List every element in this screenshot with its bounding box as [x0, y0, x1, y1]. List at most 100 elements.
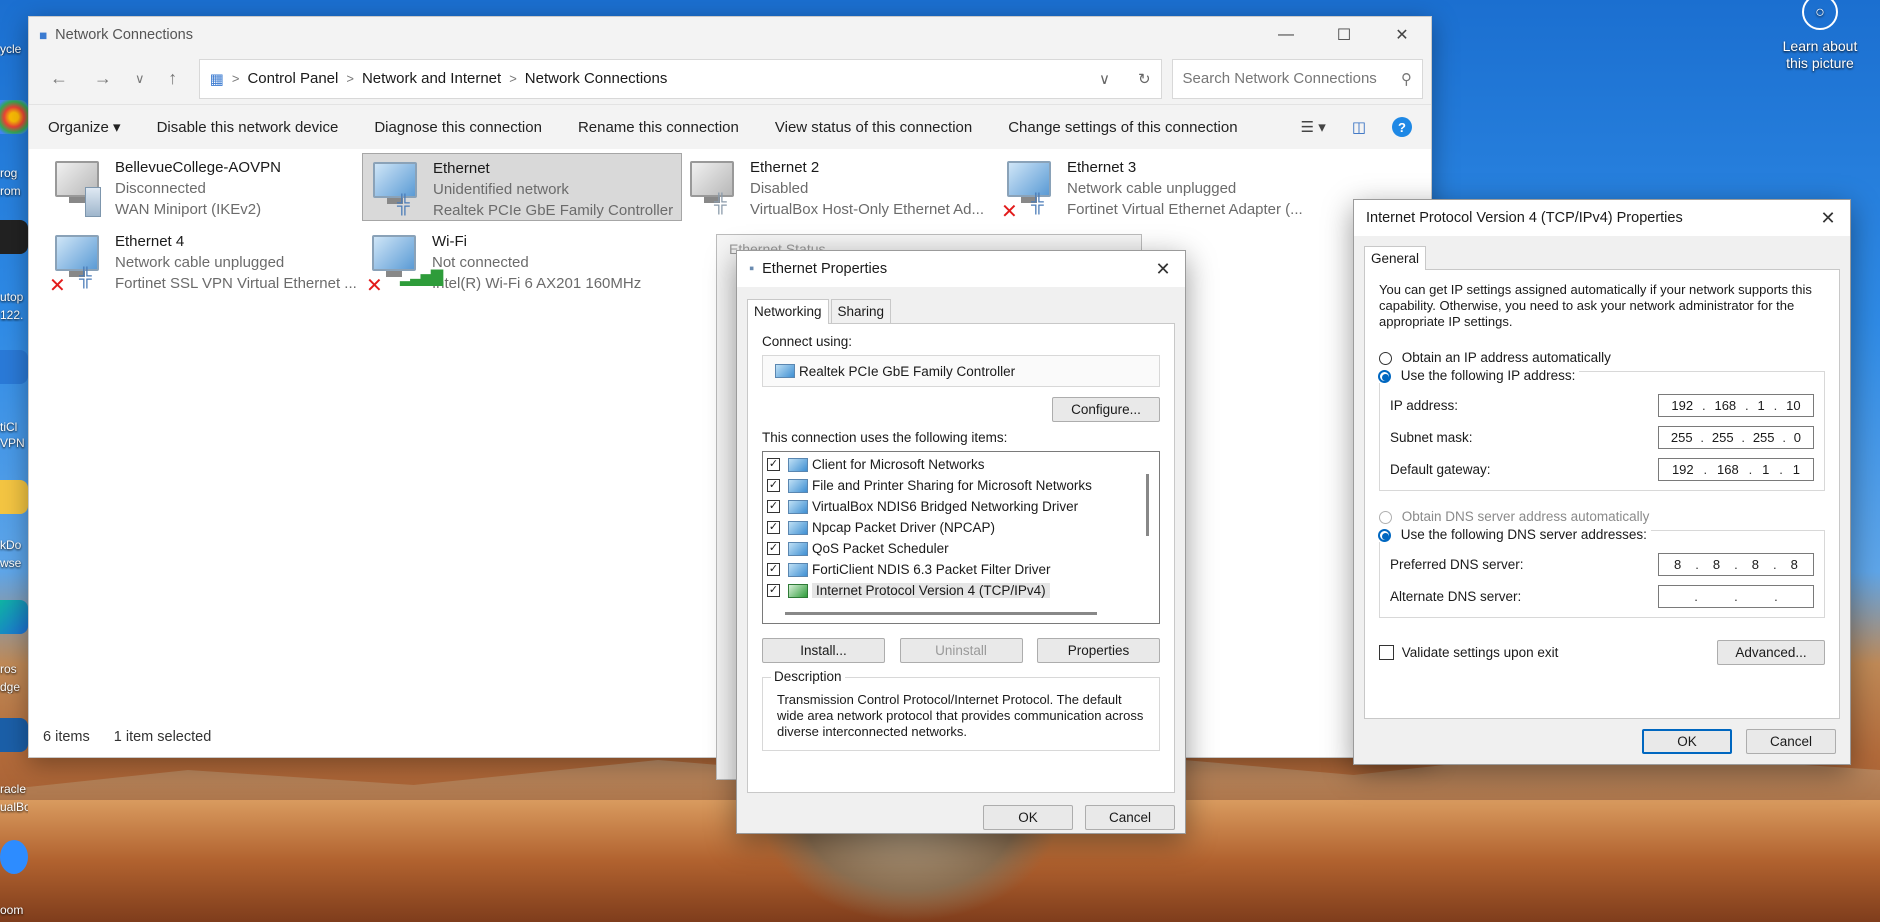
explorer-titlebar[interactable]: ■ Network Connections — ☐ ✕ — [29, 17, 1431, 53]
default-gateway-input[interactable]: 192. 168. 1. 1 — [1658, 458, 1814, 481]
list-item[interactable]: ✓ FortiClient NDIS 6.3 Packet Filter Driv… — [767, 559, 1155, 580]
breadcrumb-chevron-icon[interactable]: > — [232, 71, 240, 86]
checkbox[interactable]: ✓ — [767, 458, 780, 471]
list-item[interactable]: ✓ QoS Packet Scheduler — [767, 538, 1155, 559]
checkbox[interactable]: ✓ — [767, 563, 780, 576]
search-icon: ⚲ — [1401, 70, 1413, 88]
validate-checkbox[interactable] — [1379, 645, 1394, 661]
list-item[interactable]: ✓ VirtualBox NDIS6 Bridged Networking Dri… — [767, 496, 1155, 517]
help-icon[interactable]: ? — [1392, 117, 1412, 137]
cancel-button[interactable]: Cancel — [1085, 805, 1175, 830]
advanced-button[interactable]: Advanced... — [1717, 640, 1825, 665]
ip-octet: 8 — [1790, 557, 1798, 572]
recent-chevron-icon[interactable]: ∨ — [125, 71, 155, 87]
list-item-selected[interactable]: ✓ Internet Protocol Version 4 (TCP/IPv4) — [767, 580, 1155, 601]
checkbox[interactable]: ✓ — [767, 542, 780, 555]
ethernet-properties-titlebar[interactable]: ▪ Ethernet Properties ✕ — [737, 251, 1185, 287]
address-bar[interactable]: ▦ > Control Panel > Network and Internet… — [198, 58, 1162, 99]
autopsy-icon[interactable] — [0, 220, 28, 254]
vertical-scrollbar[interactable] — [1146, 474, 1149, 536]
breadcrumb-network-internet[interactable]: Network and Internet — [362, 70, 501, 87]
ip-octet: 8 — [1712, 557, 1721, 572]
wifi-adapter-icon: ▂▃▅▇ ✕ — [366, 231, 443, 297]
subnet-mask-input[interactable]: 255. 255. 255. 0 — [1658, 426, 1814, 449]
radio-obtain-ip[interactable] — [1379, 351, 1392, 365]
zoom-icon[interactable] — [0, 840, 28, 874]
edge-icon[interactable] — [0, 600, 28, 634]
change-settings-button[interactable]: Change settings of this connection — [1008, 119, 1237, 136]
tab-general[interactable]: General — [1364, 246, 1427, 270]
up-arrow-icon[interactable]: ↑ — [155, 68, 191, 89]
network-service-icon — [788, 499, 808, 514]
tab-sharing[interactable]: Sharing — [830, 299, 892, 323]
connection-item-bellevuecollege[interactable]: BellevueCollege-AOVPN Disconnected WAN M… — [45, 153, 365, 221]
breadcrumb-control-panel[interactable]: Control Panel — [247, 70, 338, 87]
close-button[interactable]: ✕ — [1373, 17, 1431, 53]
radio-use-dns[interactable] — [1378, 528, 1391, 542]
minimize-button[interactable]: — — [1257, 17, 1315, 53]
back-arrow-icon[interactable]: ← — [37, 68, 81, 89]
ip-address-input[interactable]: 192. 168. 1. 10 — [1658, 394, 1814, 417]
close-icon[interactable]: ✕ — [1806, 208, 1850, 229]
forticlient-icon[interactable] — [0, 350, 28, 384]
obtain-dns-auto-option[interactable]: Obtain DNS server address automatically — [1379, 509, 1825, 524]
radio-use-ip[interactable] — [1378, 369, 1391, 383]
cancel-button[interactable]: Cancel — [1746, 729, 1836, 754]
list-item[interactable]: ✓ Client for Microsoft Networks — [767, 454, 1155, 475]
ipv4-properties-dialog: Internet Protocol Version 4 (TCP/IPv4) P… — [1353, 199, 1851, 765]
properties-button[interactable]: Properties — [1037, 638, 1160, 663]
configure-button[interactable]: Configure... — [1052, 397, 1160, 422]
subnet-mask-label: Subnet mask: — [1390, 430, 1473, 445]
view-options-icon[interactable]: ☰ ▾ — [1301, 118, 1326, 136]
virtualbox-icon[interactable] — [0, 718, 28, 752]
checkbox[interactable]: ✓ — [767, 479, 780, 492]
ok-button[interactable]: OK — [1642, 729, 1732, 754]
connection-status: Not connected — [432, 254, 529, 271]
checkbox[interactable]: ✓ — [767, 521, 780, 534]
obtain-ip-auto-option[interactable]: Obtain an IP address automatically — [1379, 350, 1825, 365]
validate-label: Validate settings upon exit — [1401, 644, 1559, 660]
connection-item-ethernet-3[interactable]: ╬ ✕ Ethernet 3 Network cable unplugged F… — [997, 153, 1317, 223]
alternate-dns-input[interactable]: . . . — [1658, 585, 1814, 608]
forward-arrow-icon[interactable]: → — [81, 68, 125, 89]
organize-button[interactable]: Organize ▾ — [48, 118, 121, 136]
breadcrumb-network-connections[interactable]: Network Connections — [525, 70, 668, 87]
validate-option[interactable]: Validate settings upon exit — [1379, 645, 1558, 661]
horizontal-scrollbar[interactable] — [785, 612, 1097, 615]
connection-item-ethernet-4[interactable]: ╬ ✕ Ethernet 4 Network cable unplugged F… — [45, 227, 365, 297]
uninstall-button[interactable]: Uninstall — [899, 638, 1023, 663]
connection-item-ethernet[interactable]: ╬ Ethernet Unidentified network Realtek … — [362, 153, 682, 221]
chrome-icon[interactable] — [0, 100, 28, 134]
ipv4-titlebar[interactable]: Internet Protocol Version 4 (TCP/IPv4) P… — [1354, 200, 1850, 236]
connection-item-ethernet-2[interactable]: ╬ Ethernet 2 Disabled VirtualBox Host-On… — [680, 153, 1000, 221]
use-following-dns-option[interactable]: Use the following DNS server addresses: — [1378, 527, 1651, 542]
install-button[interactable]: Install... — [762, 638, 885, 663]
lockdown-browser-icon[interactable] — [0, 480, 28, 514]
preferred-dns-input[interactable]: 8. 8. 8. 8 — [1658, 553, 1814, 576]
refresh-icon[interactable]: ↻ — [1138, 70, 1151, 88]
address-dropdown-icon[interactable]: ∨ — [1099, 70, 1110, 88]
components-list[interactable]: ✓ Client for Microsoft Networks ✓ File and… — [762, 451, 1160, 624]
radio-obtain-dns[interactable] — [1379, 510, 1392, 524]
red-x-icon: ✕ — [1001, 201, 1018, 223]
diagnose-button[interactable]: Diagnose this connection — [374, 119, 542, 136]
use-following-ip-option[interactable]: Use the following IP address: — [1378, 368, 1580, 383]
close-icon[interactable]: ✕ — [1141, 259, 1185, 280]
tab-networking[interactable]: Networking — [747, 299, 829, 324]
ip-octet: 8 — [1751, 557, 1760, 572]
ok-button[interactable]: OK — [983, 805, 1073, 830]
checkbox[interactable]: ✓ — [767, 584, 780, 597]
maximize-button[interactable]: ☐ — [1315, 17, 1373, 53]
search-input[interactable]: Search Network Connections ⚲ — [1171, 58, 1424, 99]
breadcrumb-chevron-icon[interactable]: > — [346, 71, 354, 86]
connection-item-wifi[interactable]: ▂▃▅▇ ✕ Wi-Fi Not connected Intel(R) Wi-F… — [362, 227, 682, 297]
preview-pane-icon[interactable]: ◫ — [1352, 118, 1366, 136]
learn-about-picture[interactable]: ○ Learn about this picture — [1770, 0, 1870, 72]
rename-button[interactable]: Rename this connection — [578, 119, 739, 136]
view-status-button[interactable]: View status of this connection — [775, 119, 972, 136]
list-item[interactable]: ✓ Npcap Packet Driver (NPCAP) — [767, 517, 1155, 538]
disable-device-button[interactable]: Disable this network device — [157, 119, 339, 136]
list-item[interactable]: ✓ File and Printer Sharing for Microsoft … — [767, 475, 1155, 496]
checkbox[interactable]: ✓ — [767, 500, 780, 513]
breadcrumb-chevron-icon[interactable]: > — [509, 71, 517, 86]
